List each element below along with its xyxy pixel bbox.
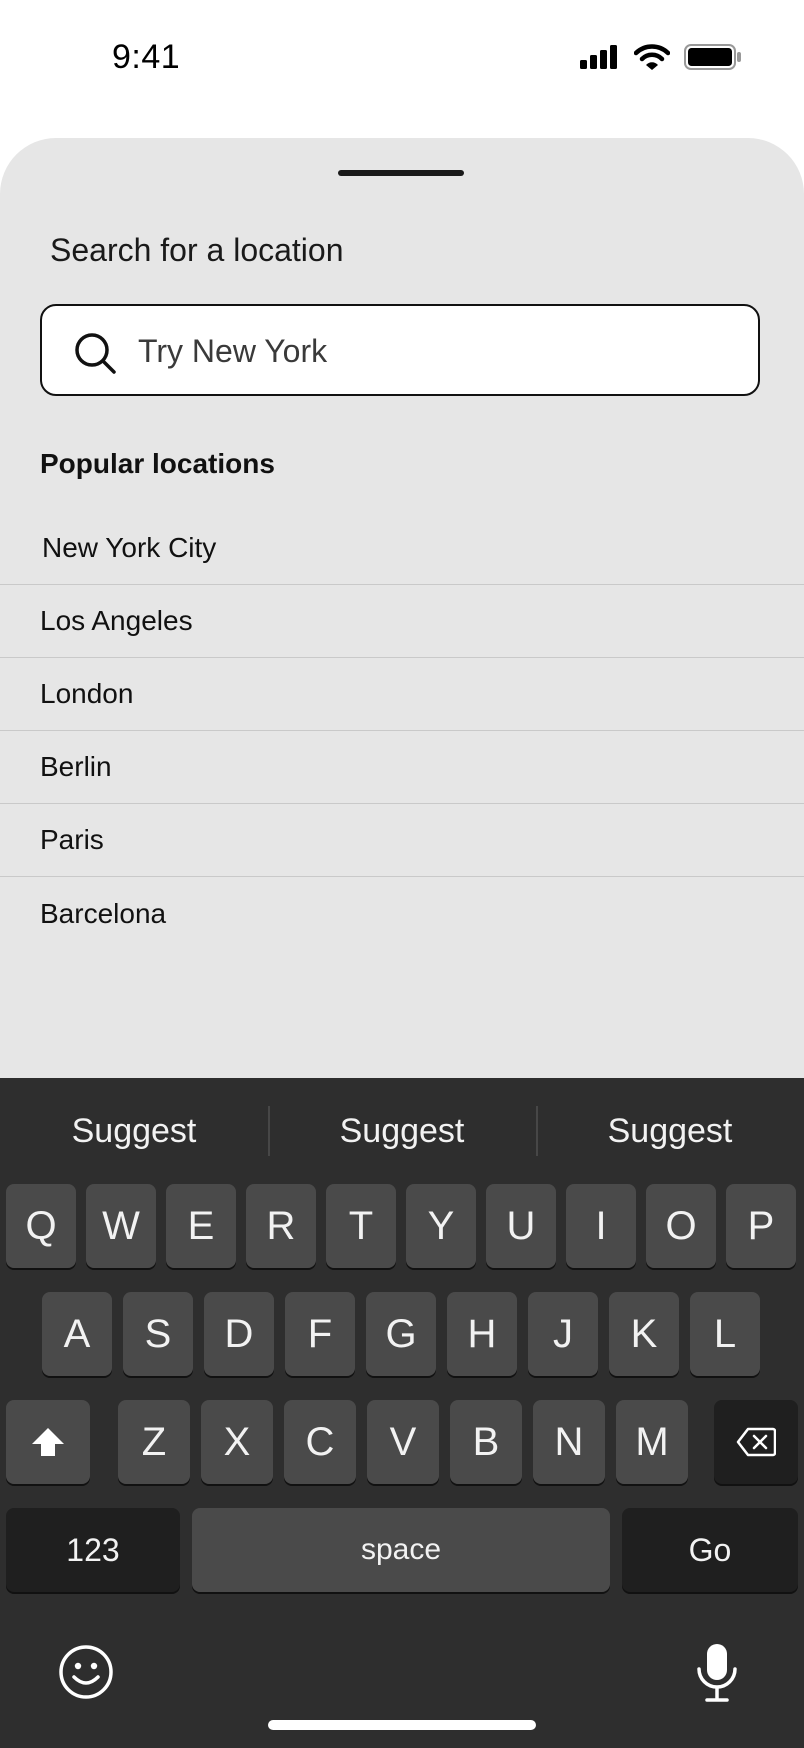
- key-w[interactable]: W: [86, 1184, 156, 1268]
- key-j[interactable]: J: [528, 1292, 598, 1376]
- key-n[interactable]: N: [533, 1400, 605, 1484]
- key-p[interactable]: P: [726, 1184, 796, 1268]
- search-input[interactable]: [136, 306, 740, 396]
- key-b[interactable]: B: [450, 1400, 522, 1484]
- battery-icon: [684, 44, 741, 70]
- space-key[interactable]: space: [192, 1508, 610, 1592]
- popular-locations-heading: Popular locations: [40, 448, 275, 479]
- key-m[interactable]: M: [616, 1400, 688, 1484]
- key-y[interactable]: Y: [406, 1184, 476, 1268]
- search-icon: [75, 333, 116, 374]
- location-list: New York City Los Angeles London Berlin …: [0, 512, 804, 950]
- location-item[interactable]: Los Angeles: [0, 585, 804, 658]
- location-item[interactable]: London: [0, 658, 804, 731]
- home-indicator: [268, 1720, 536, 1730]
- key-o[interactable]: O: [646, 1184, 716, 1268]
- location-search-sheet: Search for a location Popular locations …: [0, 138, 804, 1138]
- microphone-icon[interactable]: [694, 1641, 740, 1705]
- key-c[interactable]: C: [284, 1400, 356, 1484]
- go-key[interactable]: Go: [622, 1508, 798, 1592]
- emoji-icon[interactable]: [58, 1644, 114, 1700]
- suggestion-item[interactable]: Suggest: [0, 1078, 268, 1184]
- key-x[interactable]: X: [201, 1400, 273, 1484]
- key-r[interactable]: R: [246, 1184, 316, 1268]
- key-a[interactable]: A: [42, 1292, 112, 1376]
- key-k[interactable]: K: [609, 1292, 679, 1376]
- key-g[interactable]: G: [366, 1292, 436, 1376]
- backspace-icon: [736, 1427, 776, 1457]
- keyboard: Suggest Suggest Suggest Q W E R T Y U I …: [0, 1078, 804, 1748]
- suggestion-bar: Suggest Suggest Suggest: [0, 1078, 804, 1184]
- sheet-title: Search for a location: [50, 232, 344, 268]
- key-s[interactable]: S: [123, 1292, 193, 1376]
- location-item[interactable]: Barcelona: [0, 877, 804, 950]
- sheet-grabber[interactable]: [338, 170, 464, 176]
- signal-icon: [580, 45, 617, 69]
- status-icons: [580, 44, 742, 70]
- location-item[interactable]: New York City: [0, 512, 804, 585]
- key-q[interactable]: Q: [6, 1184, 76, 1268]
- numbers-key[interactable]: 123: [6, 1508, 180, 1592]
- wifi-icon: [634, 44, 670, 70]
- suggestion-item[interactable]: Suggest: [536, 1078, 804, 1184]
- key-l[interactable]: L: [690, 1292, 760, 1376]
- key-h[interactable]: H: [447, 1292, 517, 1376]
- shift-icon: [32, 1428, 64, 1456]
- key-u[interactable]: U: [486, 1184, 556, 1268]
- key-v[interactable]: V: [367, 1400, 439, 1484]
- status-time: 9:41: [112, 38, 181, 76]
- location-item[interactable]: Paris: [0, 804, 804, 877]
- key-e[interactable]: E: [166, 1184, 236, 1268]
- location-item[interactable]: Berlin: [0, 731, 804, 804]
- key-d[interactable]: D: [204, 1292, 274, 1376]
- status-bar: 9:41: [0, 0, 804, 120]
- suggestion-item[interactable]: Suggest: [268, 1078, 536, 1184]
- backspace-key[interactable]: [714, 1400, 798, 1484]
- key-z[interactable]: Z: [118, 1400, 190, 1484]
- shift-key[interactable]: [6, 1400, 90, 1484]
- key-f[interactable]: F: [285, 1292, 355, 1376]
- key-i[interactable]: I: [566, 1184, 636, 1268]
- search-box[interactable]: [40, 304, 760, 396]
- key-t[interactable]: T: [326, 1184, 396, 1268]
